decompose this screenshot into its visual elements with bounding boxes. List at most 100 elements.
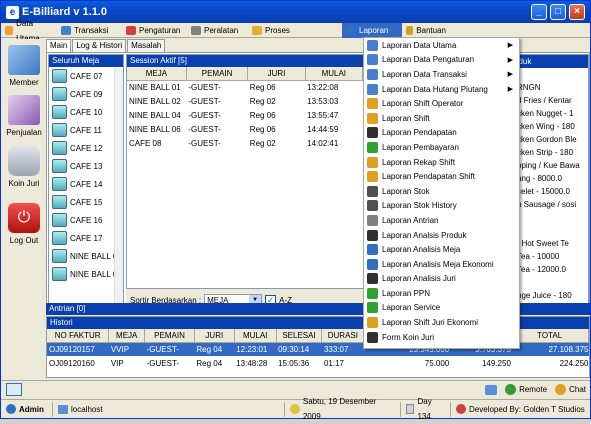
remote-button[interactable]: Remote [505,384,547,395]
chat-button[interactable]: Chat [555,384,586,395]
laporan-menu-item[interactable]: Form Koin Juri [364,330,519,345]
laporan-menu-item[interactable]: Laporan PPN [364,286,519,301]
histori-column-header[interactable]: TOTAL [510,329,589,343]
laporan-menu-item[interactable]: Laporan Service [364,301,519,316]
table-row[interactable]: NINE BALL 02 -GUEST- Reg 02 13:53:03 [127,94,363,108]
produk-item[interactable]: Tea - 10000 [514,250,588,263]
penjualan-label: Penjualan [6,128,42,137]
session-column-header[interactable]: MEJA [127,67,187,81]
meja-list-item[interactable]: NINE BALL 05 [49,265,123,283]
table-row[interactable]: OJ09120160 VIP -GUEST- Reg 04 13:48:28 15:05:… [47,356,589,370]
session-cell: -GUEST- [188,138,221,148]
histori-column-header[interactable]: NO FAKTUR [47,329,110,343]
meja-list-item[interactable]: CAFE 13 [49,157,123,175]
koin-juri-button[interactable]: Koin Juri [3,146,45,188]
report-icon [367,317,378,329]
produk-item[interactable]: nge Juice - 180 [514,289,588,302]
laporan-menu-item[interactable]: Laporan Pendapatan Shift [364,169,519,184]
laporan-menu-item[interactable]: Laporan Shift Juri Ekonomi [364,315,519,330]
meja-list-item[interactable]: CAFE 09 [49,85,123,103]
table-row[interactable]: NINE BALL 04 -GUEST- Reg 06 13:55:47 [127,108,363,122]
meja-list-item[interactable]: NINE BALL 03 [49,247,123,265]
produk-item[interactable] [514,68,588,81]
meja-list-item[interactable]: CAFE 17 [49,229,123,247]
produk-item[interactable] [514,211,588,224]
maximize-button[interactable]: □ [550,4,566,20]
laporan-menu-item[interactable]: Laporan Analisis Meja Ekonomi [364,257,519,272]
laporan-menu-item[interactable]: Laporan Analisis Juri [364,272,519,287]
window-icon[interactable] [6,383,22,396]
table-row[interactable]: CAFE 08 -GUEST- Reg 02 14:02:41 [127,136,363,150]
tab-log-histori[interactable]: Log & Histori [72,39,127,52]
produk-item[interactable]: oping / Kue Bawa [514,159,588,172]
produk-item[interactable]: d Fries / Kentar [514,94,588,107]
meja-list-item[interactable]: CAFE 14 [49,175,123,193]
table-row[interactable]: NINE BALL 06 -GUEST- Reg 06 14:44:59 [127,122,363,136]
envelope-icon[interactable] [485,384,498,395]
produk-item[interactable]: RNGN [514,81,588,94]
meja-list-item[interactable]: CAFE 15 [49,193,123,211]
produk-item[interactable]: cken Nugget - 1 [514,107,588,120]
produk-item[interactable]: ang - 8000.0 [514,172,588,185]
laporan-menu-item[interactable]: Laporan Pembayaran [364,140,519,155]
menu-data-utama[interactable]: Data Utama [1,19,57,43]
produk-item[interactable] [514,224,588,237]
laporan-menu-item[interactable]: Laporan Stok [364,184,519,199]
menu-laporan[interactable]: Laporan [342,23,402,38]
date-label: Sabtu, 19 Desember 2009 [302,397,377,421]
report-icon [367,39,378,51]
laporan-menu-item[interactable]: Laporan Data Utama ▶ [364,38,519,53]
laporan-menu-item[interactable]: Laporan Rekap Shift [364,155,519,170]
laporan-menu-item[interactable]: Laporan Pendapatan [364,126,519,141]
histori-column-header[interactable]: MEJA [108,329,146,343]
produk-item[interactable]: Tea - 12000.0 [514,263,588,276]
meja-list-item[interactable]: CAFE 10 [49,103,123,121]
histori-column-header[interactable]: MULAI [234,329,277,343]
menu-bantuan[interactable]: Bantuan [402,23,452,38]
session-cell: 13:22:08 [307,82,339,92]
laporan-menu-item[interactable]: Laporan Antrian [364,213,519,228]
laporan-menu-item[interactable]: Laporan Shift [364,111,519,126]
laporan-menu-item[interactable]: Laporan Data Transaksi ▶ [364,67,519,82]
meja-list-item[interactable]: CAFE 16 [49,211,123,229]
histori-column-header[interactable]: DURASI [321,329,365,343]
laporan-menu-item[interactable]: Laporan Data Pengaturan ▶ [364,53,519,68]
menu-proses[interactable]: Proses [248,23,304,38]
laporan-menu-item[interactable]: Laporan Stok History [364,199,519,214]
meja-list-item[interactable]: CAFE 07 [49,67,123,85]
laporan-menu-item[interactable]: Laporan Data Hutang Piutang ▶ [364,82,519,97]
member-button[interactable]: Member [3,45,45,87]
tab-main[interactable]: Main [46,39,72,52]
menu-pengaturan[interactable]: Pengaturan [122,23,187,38]
laporan-menu-item[interactable]: Laporan Shift Operator [364,96,519,111]
histori-column-header[interactable]: SELESAI [276,329,323,343]
produk-item[interactable]: / Hot Sweet Te [514,237,588,250]
menu-transaksi[interactable]: Transaksi [57,23,122,38]
histori-column-header[interactable]: PEMAIN [144,329,195,343]
session-column-header[interactable]: JURI [247,67,306,81]
produk-item[interactable]: n Sausage / sosi [514,198,588,211]
logout-button[interactable]: ⏻ Log Out [3,203,45,245]
produk-item[interactable]: cken Strip - 180 [514,146,588,159]
produk-item[interactable]: celet - 15000.0 [514,185,588,198]
meja-list-item[interactable]: CAFE 11 [49,121,123,139]
meja-list-item[interactable]: CAFE 12 [49,139,123,157]
menu-peralatan[interactable]: Peralatan [187,23,248,38]
laporan-menu-item[interactable]: Laporan Analisis Meja [364,242,519,257]
laporan-menu-item[interactable]: Laporan Analsis Produk [364,228,519,243]
close-button[interactable]: × [569,4,585,20]
session-column-header[interactable]: MULAI [305,67,364,81]
produk-panel: oduk RNGN d Fries / Kentar cken Nugget - 1… [510,54,589,312]
table-row[interactable]: NINE BALL 01 -GUEST- Reg 06 13:22:08 [127,80,363,94]
table-icon [52,87,67,101]
produk-item[interactable] [514,276,588,289]
minimize-button[interactable]: _ [531,4,547,20]
tab-masalah[interactable]: Masalah [127,39,166,52]
penjualan-button[interactable]: Penjualan [3,95,45,137]
produk-item[interactable]: cken Wing - 180 [514,120,588,133]
session-column-header[interactable]: PEMAIN [186,67,249,81]
histori-cell: -GUEST- [146,358,180,368]
produk-item[interactable]: cken Gordon Ble [514,133,588,146]
meja-list-scrollbar[interactable] [114,68,123,311]
histori-column-header[interactable]: JURI [194,329,235,343]
